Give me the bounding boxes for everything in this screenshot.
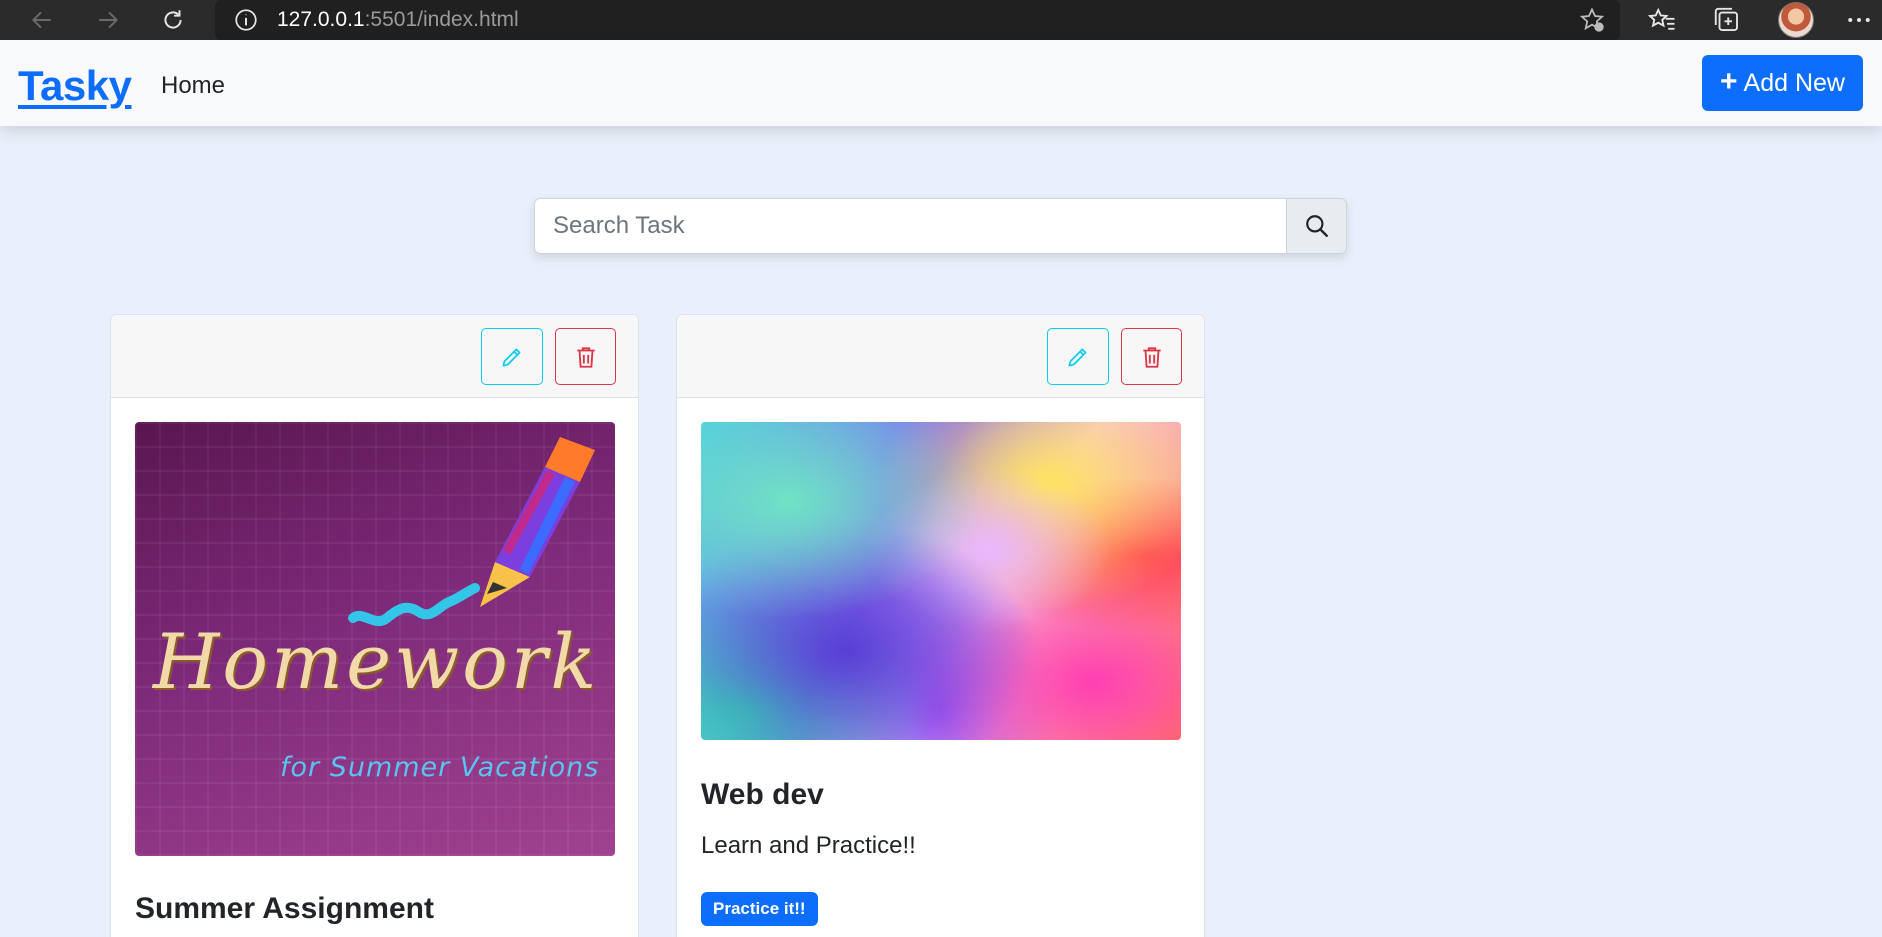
task-image	[701, 422, 1181, 740]
back-button[interactable]	[22, 0, 62, 40]
image-caption: Homework	[153, 617, 600, 706]
delete-button[interactable]	[555, 328, 616, 385]
arrow-right-icon	[99, 11, 119, 29]
card-body: Web dev Learn and Practice!! Practice it…	[677, 398, 1204, 937]
add-new-label: Add New	[1743, 68, 1845, 97]
card-header	[111, 315, 638, 398]
trash-icon	[576, 346, 595, 368]
add-new-button[interactable]: + Add New	[1702, 55, 1863, 111]
edit-button[interactable]	[1047, 328, 1109, 385]
trash-icon	[1142, 346, 1161, 368]
search-group	[534, 198, 1347, 254]
card-header	[677, 315, 1204, 398]
url-host: 127.0.0.1	[277, 8, 365, 31]
url-path: :5501/index.html	[364, 8, 519, 31]
reload-icon	[164, 10, 182, 29]
search-input[interactable]	[534, 198, 1286, 254]
favorites-icon[interactable]	[1647, 5, 1677, 35]
image-subcaption: for Summer Vacations	[280, 752, 600, 783]
add-favorite-icon[interactable]	[1578, 6, 1606, 34]
edit-button[interactable]	[481, 328, 543, 385]
profile-avatar[interactable]	[1778, 2, 1814, 38]
address-bar[interactable]: 127.0.0.1:5501/index.html	[215, 0, 1620, 40]
search-icon	[1305, 215, 1328, 237]
task-card: Web dev Learn and Practice!! Practice it…	[676, 314, 1205, 937]
collections-icon[interactable]	[1712, 5, 1742, 35]
pencil-icon	[1068, 348, 1087, 367]
info-icon[interactable]	[233, 7, 259, 33]
plus-icon: +	[1720, 64, 1738, 98]
reload-button[interactable]	[153, 0, 193, 40]
card-description: Learn and Practice!!	[701, 832, 916, 859]
forward-button[interactable]	[88, 0, 128, 40]
card-body: Homework for Summer Vacations Summer Ass…	[111, 398, 638, 937]
pencil-icon	[502, 348, 521, 367]
delete-button[interactable]	[1121, 328, 1182, 385]
card-title: Web dev	[701, 778, 824, 811]
app-navbar: Tasky Home + Add New	[0, 40, 1882, 126]
brand-logo[interactable]: Tasky	[18, 62, 132, 110]
browser-toolbar: 127.0.0.1:5501/index.html	[0, 0, 1882, 40]
nav-home-link[interactable]: Home	[161, 72, 225, 100]
more-menu-icon[interactable]	[1844, 5, 1874, 35]
arrow-left-icon	[31, 11, 51, 29]
task-type-badge: Practice it!!	[701, 892, 818, 926]
task-image: Homework for Summer Vacations	[135, 422, 615, 856]
search-button[interactable]	[1286, 198, 1347, 254]
card-title: Summer Assignment	[135, 892, 434, 925]
task-card: Homework for Summer Vacations Summer Ass…	[110, 314, 639, 937]
